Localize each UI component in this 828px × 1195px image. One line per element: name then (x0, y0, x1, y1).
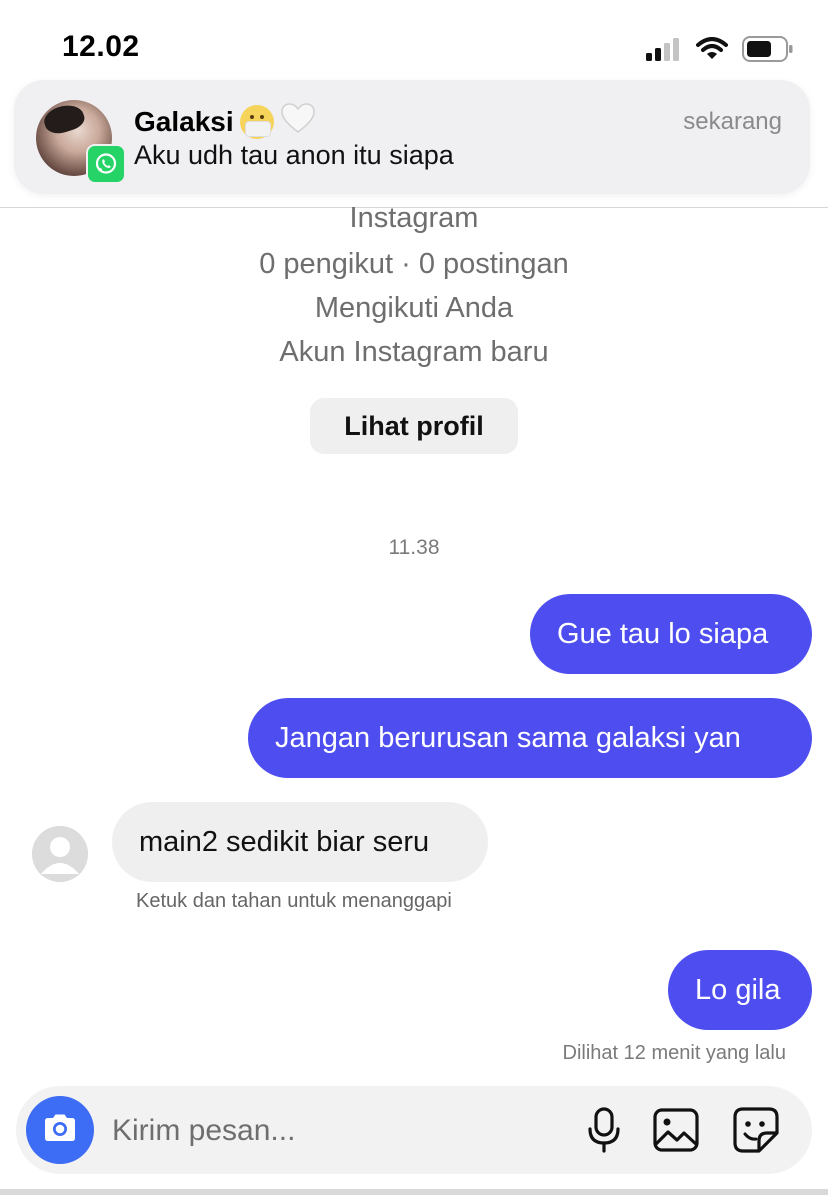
notification-sender: Galaksi (134, 102, 316, 141)
sender-avatar[interactable] (32, 826, 88, 882)
profile-stats: 0 pengikut · 0 postingan (259, 248, 569, 280)
profile-account-note: Akun Instagram baru (279, 336, 549, 368)
camera-button[interactable] (26, 1096, 94, 1164)
sticker-icon[interactable] (732, 1106, 780, 1154)
whatsapp-icon (86, 144, 126, 184)
outgoing-message[interactable]: Jangan berurusan sama galaksi yan (248, 698, 812, 778)
wifi-icon (696, 37, 728, 66)
profile-follow-status: Mengikuti Anda (314, 292, 514, 324)
outgoing-message[interactable]: Lo gila (668, 950, 812, 1030)
home-indicator-strip (0, 1189, 828, 1195)
seen-status: Dilihat 12 menit yang lalu (562, 1042, 786, 1064)
reply-hint: Ketuk dan tahan untuk menanggapi (136, 890, 452, 912)
notification-banner[interactable]: Galaksi Aku udh tau anon itu siapa sekar… (14, 80, 810, 194)
status-icons (646, 36, 794, 67)
camera-icon (42, 1113, 78, 1148)
notification-time: sekarang (683, 108, 782, 135)
microphone-icon[interactable] (580, 1106, 628, 1154)
gallery-icon[interactable] (652, 1106, 700, 1154)
mask-face-emoji-icon (239, 104, 274, 139)
message-input[interactable] (110, 1104, 534, 1158)
message-composer (16, 1086, 812, 1174)
status-bar: 12.02 (0, 0, 828, 80)
battery-icon (742, 36, 794, 67)
sender-name: Galaksi (134, 105, 234, 137)
profile-platform: Instagram (349, 202, 479, 234)
view-profile-button[interactable]: Lihat profil (310, 398, 518, 454)
signal-icon (646, 37, 682, 66)
message-timestamp: 11.38 (388, 536, 440, 559)
status-time: 12.02 (62, 30, 140, 63)
incoming-message[interactable]: main2 sedikit biar seru (112, 802, 488, 882)
notification-message: Aku udh tau anon itu siapa (134, 140, 454, 170)
outgoing-message[interactable]: Gue tau lo siapa (530, 594, 812, 674)
white-heart-emoji-icon (280, 102, 316, 141)
